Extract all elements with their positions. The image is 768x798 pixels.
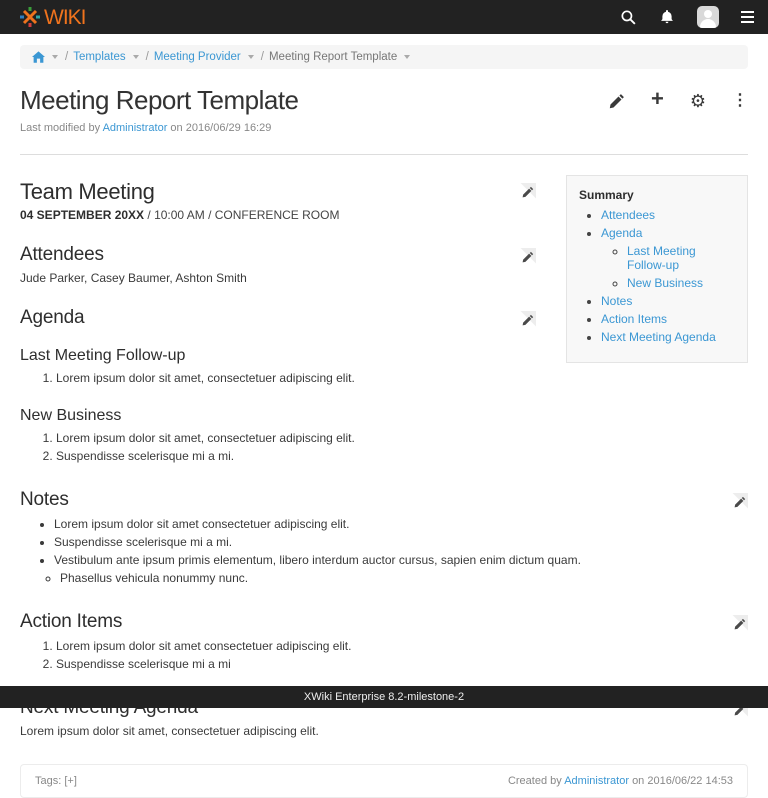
summary-link-agenda[interactable]: Agenda — [601, 226, 642, 240]
created-by-info: Created by Administrator on 2016/06/22 1… — [508, 775, 733, 787]
chevron-down-icon[interactable] — [248, 55, 254, 59]
section-heading-team-meeting: Team Meeting — [20, 179, 155, 205]
meeting-date-line: 04 SEPTEMBER 20XX / 10:00 AM / CONFERENC… — [20, 208, 536, 222]
section-heading-notes: Notes — [20, 489, 69, 511]
summary-link-next-meeting[interactable]: Next Meeting Agenda — [601, 330, 716, 344]
summary-link-notes[interactable]: Notes — [601, 294, 632, 308]
xwiki-logo-asterisk — [18, 5, 42, 29]
edit-section-pencil-icon[interactable] — [731, 615, 748, 632]
xwiki-logo-text: WIKI — [44, 7, 86, 28]
hamburger-menu-icon[interactable] — [741, 11, 754, 23]
list-item: Suspendisse scelerisque mi a mi. — [54, 535, 748, 549]
home-icon[interactable] — [32, 51, 45, 63]
summary-link-attendees[interactable]: Attendees — [601, 208, 655, 222]
last-modified-info: Last modified by Administrator on 2016/0… — [20, 122, 748, 134]
list-item: Suspendisse scelerisque mi a mi. — [56, 449, 536, 463]
chevron-down-icon[interactable] — [404, 55, 410, 59]
document-content: Summary Attendees Agenda Last Meeting Fo… — [20, 179, 748, 738]
search-icon[interactable] — [620, 9, 637, 26]
header-divider — [20, 154, 748, 155]
edit-section-pencil-icon[interactable] — [519, 248, 536, 265]
settings-gear-icon[interactable]: ⚙ — [690, 92, 706, 110]
list-item: Attendees — [601, 208, 737, 222]
section-heading-agenda: Agenda — [20, 307, 84, 329]
summary-link-new-business[interactable]: New Business — [627, 276, 703, 290]
top-navigation-bar: WIKI — [0, 0, 768, 34]
list-item: Next Meeting Agenda — [601, 330, 737, 344]
chevron-down-icon[interactable] — [52, 55, 58, 59]
edit-section-pencil-icon[interactable] — [519, 311, 536, 328]
summary-title: Summary — [579, 188, 737, 202]
attendees-text: Jude Parker, Casey Baumer, Ashton Smith — [20, 271, 536, 285]
list-item: Suspendisse scelerisque mi a mi — [56, 657, 748, 671]
notifications-bell-icon[interactable] — [659, 9, 675, 25]
create-page-button[interactable]: + — [651, 88, 664, 110]
document-footer: Tags: [+] Created by Administrator on 20… — [20, 764, 748, 798]
section-heading-new-business: New Business — [20, 407, 536, 425]
xwiki-logo[interactable]: WIKI — [18, 5, 86, 29]
created-by-user-link[interactable]: Administrator — [564, 775, 629, 787]
next-meeting-text: Lorem ipsum dolor sit amet, consectetuer… — [20, 724, 748, 738]
version-footer-bar: XWiki Enterprise 8.2-milestone-2 — [0, 686, 768, 708]
chevron-down-icon[interactable] — [133, 55, 139, 59]
summary-panel: Summary Attendees Agenda Last Meeting Fo… — [566, 175, 748, 363]
section-heading-action-items: Action Items — [20, 611, 122, 633]
list-item: Last Meeting Follow-up — [627, 244, 737, 272]
add-tag-button[interactable]: [+] — [64, 775, 77, 787]
edit-section-pencil-icon[interactable] — [731, 493, 748, 510]
list-item: Lorem ipsum dolor sit amet, consectetuer… — [56, 431, 536, 445]
breadcrumb-link-meeting-provider[interactable]: Meeting Provider — [154, 51, 241, 63]
list-item: Vestibulum ante ipsum primis elementum, … — [54, 553, 748, 567]
section-heading-follow-up: Last Meeting Follow-up — [20, 347, 536, 365]
list-item: Notes — [601, 294, 737, 308]
list-item: Action Items — [601, 312, 737, 326]
tags-label: Tags: — [35, 775, 61, 787]
page-title: Meeting Report Template — [20, 85, 299, 116]
list-item: Agenda Last Meeting Follow-up New Busine… — [601, 226, 737, 290]
list-item: Lorem ipsum dolor sit amet, consectetuer… — [56, 371, 536, 385]
edit-page-button[interactable] — [609, 93, 625, 109]
breadcrumb-current-page: Meeting Report Template — [269, 51, 397, 63]
list-item: Lorem ipsum dolor sit amet consectetuer … — [56, 639, 748, 653]
list-item: Lorem ipsum dolor sit amet consectetuer … — [54, 517, 748, 531]
version-text: XWiki Enterprise 8.2-milestone-2 — [304, 691, 464, 703]
last-modified-user-link[interactable]: Administrator — [103, 122, 168, 134]
breadcrumb: / Templates / Meeting Provider / Meeting… — [20, 45, 748, 69]
list-item: Phasellus vehicula nonummy nunc. — [60, 571, 748, 585]
breadcrumb-link-templates[interactable]: Templates — [73, 51, 125, 63]
list-item: New Business — [627, 276, 737, 290]
user-avatar[interactable] — [697, 6, 719, 28]
section-heading-attendees: Attendees — [20, 244, 104, 266]
summary-link-action-items[interactable]: Action Items — [601, 312, 667, 326]
summary-link-follow-up[interactable]: Last Meeting Follow-up — [627, 244, 696, 272]
more-actions-kebab-icon[interactable]: ⋮ — [732, 93, 748, 109]
edit-section-pencil-icon[interactable] — [519, 183, 536, 200]
